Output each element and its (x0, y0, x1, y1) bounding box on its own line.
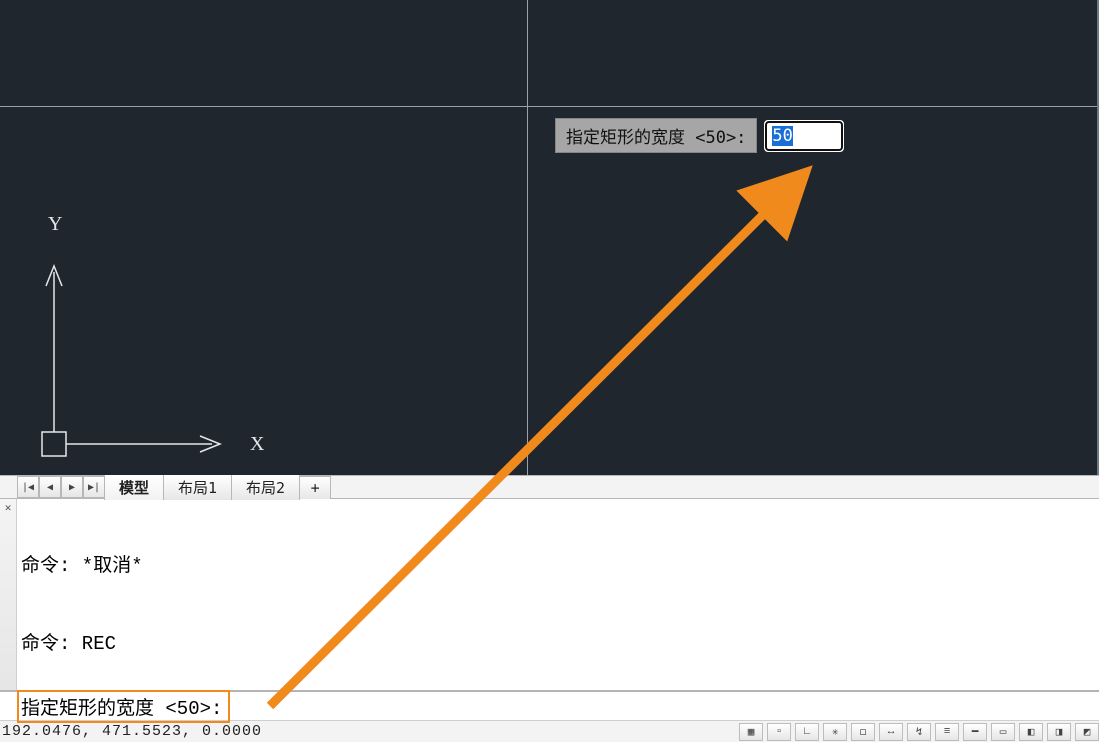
sc-icon[interactable]: ◨ (1047, 723, 1071, 741)
command-line-row: 指定矩形的宽度 <50>: (0, 692, 1099, 720)
grid-icon[interactable]: ▦ (739, 723, 763, 741)
dynamic-input-tooltip: 指定矩形的宽度 <50>: (555, 118, 843, 153)
ucs-x-label: X (250, 433, 265, 455)
osnap-icon[interactable]: ◻ (851, 723, 875, 741)
tab-layout1[interactable]: 布局1 (163, 474, 232, 500)
polar-icon[interactable]: ✳ (823, 723, 847, 741)
layout-tab-bar: |◀ ◀ ▶ ▶| 模型 布局1 布局2 + (0, 475, 1099, 499)
command-line-prompt[interactable]: 指定矩形的宽度 <50>: (17, 690, 230, 723)
ucs-icon: X Y (32, 210, 272, 470)
ortho-icon[interactable]: ∟ (795, 723, 819, 741)
dynamic-input-prompt: 指定矩形的宽度 <50>: (555, 118, 757, 153)
tab-model[interactable]: 模型 (104, 474, 164, 500)
crosshair-vertical (527, 0, 528, 475)
tab-nav-next[interactable]: ▶ (61, 476, 83, 498)
snap-icon[interactable]: ▫ (767, 723, 791, 741)
tab-layout2[interactable]: 布局2 (231, 474, 300, 500)
command-history-line: 命令: REC (21, 631, 1095, 657)
drawing-canvas[interactable]: 指定矩形的宽度 <50>: X Y (0, 0, 1099, 475)
am-icon[interactable]: ◩ (1075, 723, 1099, 741)
qp-icon[interactable]: ◧ (1019, 723, 1043, 741)
tab-nav-prev[interactable]: ◀ (39, 476, 61, 498)
status-coordinates: 192.0476, 471.5523, 0.0000 (2, 723, 262, 740)
tab-add[interactable]: + (299, 476, 331, 499)
command-history-pane: ✕ 命令: *取消* 命令: REC RECTANG 指定第一个角点或 [倒角(… (0, 499, 1099, 692)
dynamic-input-value[interactable] (765, 121, 843, 151)
status-bar: 192.0476, 471.5523, 0.0000 ▦ ▫ ∟ ✳ ◻ ↔ ↯… (0, 720, 1099, 742)
command-history[interactable]: 命令: *取消* 命令: REC RECTANG 指定第一个角点或 [倒角(C)… (17, 499, 1099, 690)
crosshair-horizontal (0, 106, 1097, 107)
command-pane-close-icon[interactable]: ✕ (0, 499, 17, 690)
lwt-icon[interactable]: ━ (963, 723, 987, 741)
command-history-line: 命令: *取消* (21, 553, 1095, 579)
tab-nav-first[interactable]: |◀ (17, 476, 39, 498)
ucs-y-label: Y (48, 213, 62, 235)
tab-nav-last[interactable]: ▶| (83, 476, 105, 498)
tpy-icon[interactable]: ▭ (991, 723, 1015, 741)
ducs-icon[interactable]: ↯ (907, 723, 931, 741)
otrack-icon[interactable]: ↔ (879, 723, 903, 741)
dyn-icon[interactable]: ≡ (935, 723, 959, 741)
